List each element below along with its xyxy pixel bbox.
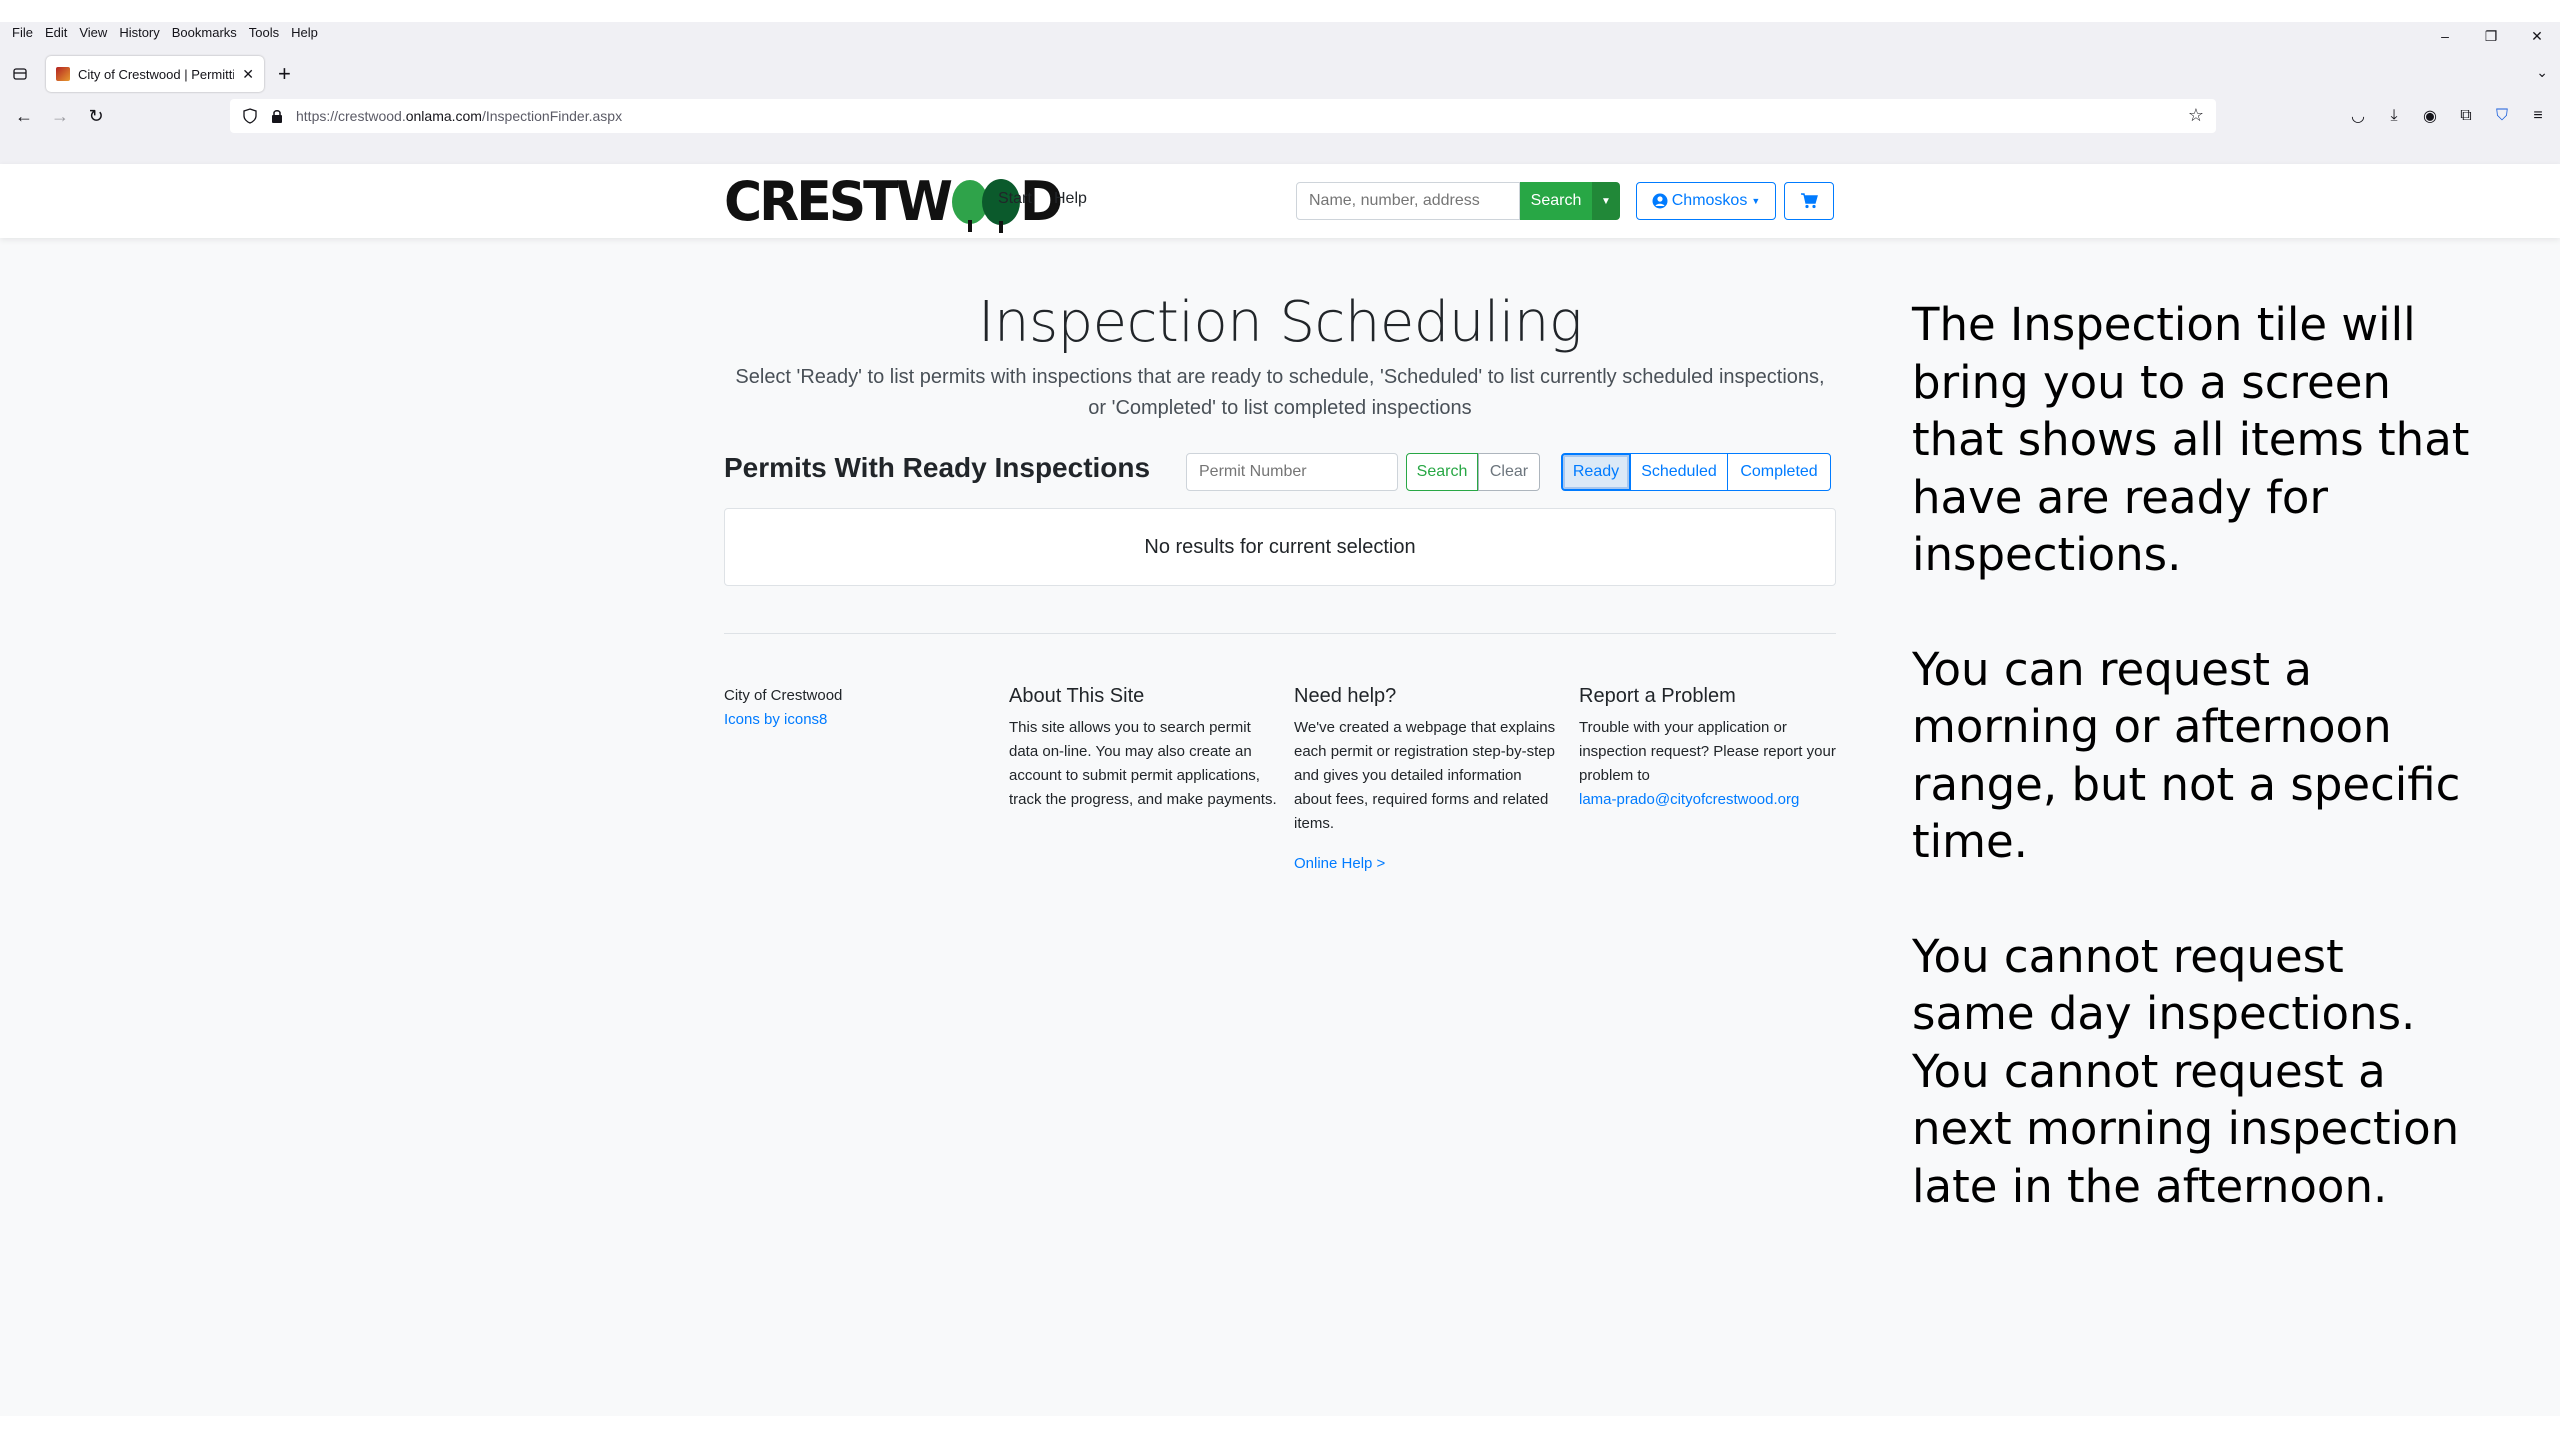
navigation-toolbar: ← → ↻ https://crestwood.onlama.com/Inspe… [0,96,2560,136]
cart-button[interactable] [1784,182,1834,220]
user-name: Chmoskos [1671,192,1748,209]
address-bar[interactable]: https://crestwood.onlama.com/InspectionF… [230,99,2216,133]
user-caret-icon: ▼ [1751,196,1761,206]
back-icon[interactable]: ← [10,102,38,130]
minimize-icon[interactable]: – [2422,22,2468,50]
search-options-caret-icon[interactable]: ▼ [1592,182,1620,220]
bookmark-star-icon[interactable]: ☆ [2188,105,2204,126]
inspection-filter-group: Ready Scheduled Completed [1561,453,1831,491]
menu-edit[interactable]: Edit [39,22,73,44]
footer-col-about: About This Site This site allows you to … [1009,682,1277,812]
results-panel: No results for current selection [724,508,1836,586]
permit-clear-button[interactable]: Clear [1478,453,1540,491]
nav-start-link[interactable]: Start [998,190,1032,208]
browser-toolbar-icons: ◡ ⤓ ◉ ⧉ ⛉ ≡ [2344,102,2560,130]
tab-strip: City of Crestwood | Permitting ✕ + ⌄ [0,54,2560,94]
note-paragraph-1: The Inspection tile will bring you to a … [1912,298,2470,581]
nav-help-link[interactable]: Help [1054,190,1087,208]
filter-completed-button[interactable]: Completed [1727,453,1831,491]
new-tab-icon[interactable]: + [278,62,291,86]
footer-col-city: City of Crestwood Icons by icons8 [724,684,992,732]
downloads-icon[interactable]: ⤓ [2380,102,2408,130]
page-description: Select 'Ready' to list permits with insp… [735,366,1825,419]
lock-icon[interactable] [270,108,284,124]
window-bottom-strip [0,1416,2560,1440]
note-paragraph-2: You can request a morning or afternoon r… [1912,642,2461,869]
menu-help[interactable]: Help [285,22,324,44]
pocket-icon[interactable]: ◡ [2344,102,2372,130]
active-tab[interactable]: City of Crestwood | Permitting ✕ [46,56,264,92]
report-text: Trouble with your application or inspect… [1579,719,1836,784]
filter-scheduled-button[interactable]: Scheduled [1630,453,1728,491]
filter-ready-button[interactable]: Ready [1561,453,1631,491]
forward-icon[interactable]: → [46,102,74,130]
url-text: https://crestwood.onlama.com/InspectionF… [296,108,623,124]
permit-number-input[interactable] [1186,453,1398,491]
app-menu-icon[interactable]: ≡ [2524,102,2552,130]
menu-view[interactable]: View [73,22,113,44]
close-window-icon[interactable]: ✕ [2514,22,2560,50]
page-title: Inspection Scheduling [977,290,1583,355]
icons8-link[interactable]: Icons by icons8 [724,708,992,732]
menu-file[interactable]: File [6,22,39,44]
extensions-icon[interactable]: ⧉ [2452,102,2480,130]
list-all-tabs-icon[interactable]: ⌄ [2536,64,2548,81]
tab-title: City of Crestwood | Permitting [78,66,235,82]
user-circle-icon [1652,193,1668,209]
cart-icon [1801,193,1818,209]
user-menu-button[interactable]: Chmoskos ▼ [1636,182,1776,220]
about-title: About This Site [1009,685,1145,707]
bitwarden-icon[interactable]: ⛉ [2488,102,2516,130]
no-results-message: No results for current selection [1144,535,1416,558]
site-header: CRESTW D Start Help Search ▼ Chmoskos ▼ [0,164,2560,238]
about-text: This site allows you to search permit da… [1009,719,1277,808]
note-paragraph-3: You cannot request same day inspections.… [1912,929,2460,1213]
site-search-input[interactable] [1296,182,1520,220]
window-controls: – ❐ ✕ [2422,22,2560,50]
site-favicon-icon [56,67,70,81]
close-tab-icon[interactable]: ✕ [242,66,254,83]
menu-bookmarks[interactable]: Bookmarks [166,22,243,44]
menu-bar: File Edit View History Bookmarks Tools H… [0,22,324,44]
footer-col-report: Report a Problem Trouble with your appli… [1579,682,1847,812]
help-title: Need help? [1294,685,1397,707]
menu-tools[interactable]: Tools [243,22,285,44]
reload-icon[interactable]: ↻ [82,102,110,130]
site-search-button[interactable]: Search [1520,182,1592,220]
browser-chrome: File Edit View History Bookmarks Tools H… [0,0,2560,164]
logo-text-left: CRESTW [724,170,953,234]
section-title: Permits With Ready Inspections [724,452,1151,483]
help-text: We've created a webpage that explains ea… [1294,719,1556,832]
online-help-link[interactable]: Online Help > [1294,852,1562,876]
tracking-shield-icon[interactable] [242,108,258,124]
permit-search-button[interactable]: Search [1406,453,1478,491]
instruction-note: The Inspection tile will bring you to a … [1912,296,2472,1215]
report-email-link[interactable]: lama-prado@cityofcrestwood.org [1579,788,1847,812]
account-icon[interactable]: ◉ [2416,102,2444,130]
report-title: Report a Problem [1579,685,1736,707]
tab-list-icon[interactable] [8,62,32,86]
footer-divider [724,633,1836,634]
window-top-strip [0,0,2560,22]
footer-col-help: Need help? We've created a webpage that … [1294,682,1562,876]
restore-icon[interactable]: ❐ [2468,22,2514,50]
footer-city-name: City of Crestwood [724,687,843,704]
menu-history[interactable]: History [113,22,165,44]
